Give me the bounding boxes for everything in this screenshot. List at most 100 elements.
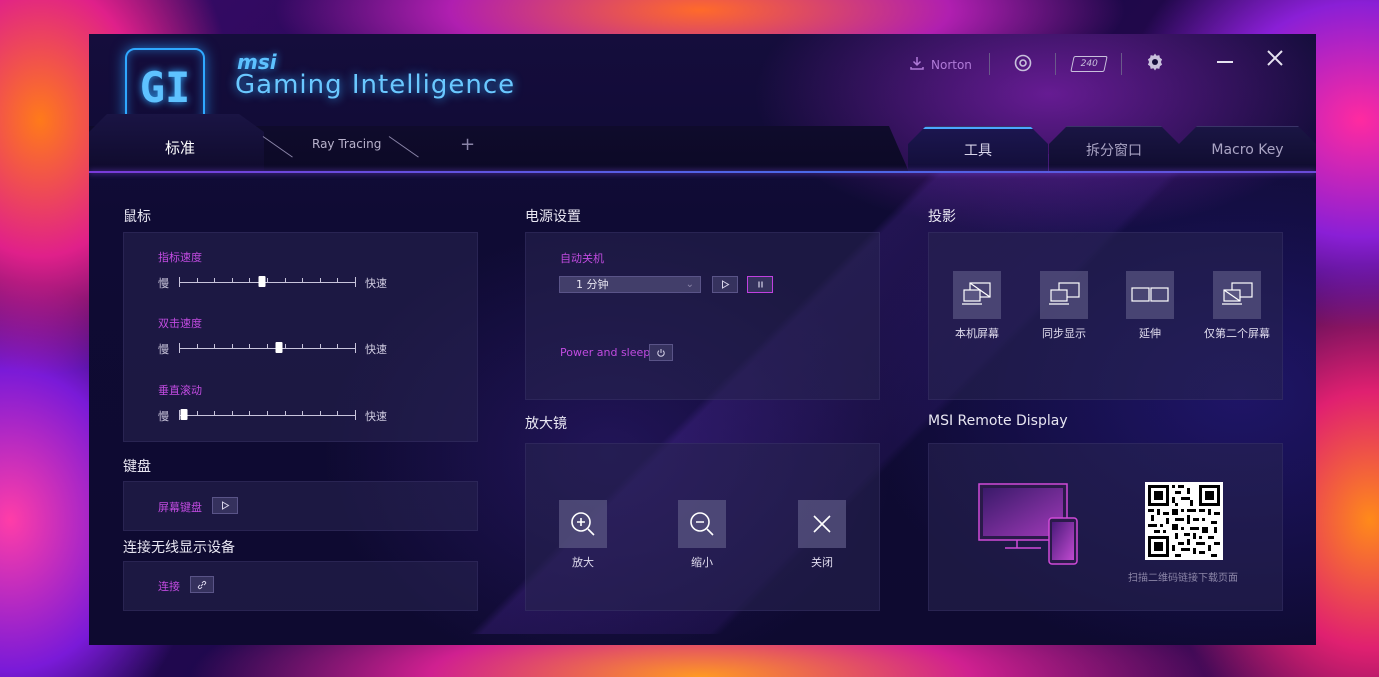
pc-screen-label: 本机屏幕 (955, 327, 999, 340)
zoom-out-icon (678, 500, 726, 548)
app-title: Gaming Intelligence (235, 70, 516, 100)
slider-tick (302, 278, 304, 283)
slider-tick (231, 344, 233, 349)
slider-max-label: 快速 (365, 277, 387, 290)
tab-tools[interactable]: 工具 (908, 126, 1048, 172)
projection-extend[interactable]: 延伸 (1115, 271, 1185, 341)
refresh-rate-value: 240 (1079, 59, 1099, 69)
power-sleep-button[interactable] (649, 344, 673, 361)
extend-icon (1126, 271, 1174, 319)
slider-tick (196, 344, 198, 349)
wireless-panel: 连接 (123, 561, 478, 611)
connect-link-button[interactable] (190, 576, 214, 593)
slider-tick (284, 278, 286, 283)
slider-tick (214, 344, 216, 349)
slider-tick (267, 344, 268, 349)
slider-max-label: 快速 (365, 343, 387, 356)
connect-label: 连接 (158, 580, 180, 593)
duplicate-label: 同步显示 (1042, 327, 1086, 340)
tab-ray-tracing[interactable]: Ray Tracing (312, 137, 381, 151)
slider-tick (267, 278, 268, 283)
magnifier-close-button[interactable]: 关闭 (792, 500, 852, 570)
slider-tick (179, 343, 180, 353)
double-click-speed-slider: 慢 快速 (158, 341, 387, 357)
slider-tick (337, 278, 339, 283)
zoom-out-button[interactable]: 缩小 (672, 500, 732, 570)
zoom-in-icon (559, 500, 607, 548)
chevron-down-icon: ⌄ (685, 279, 694, 290)
second-screen-label: 仅第二个屏幕 (1204, 327, 1270, 340)
magnifier-section-title: 放大镜 (525, 416, 567, 432)
pointer-speed-track[interactable] (179, 276, 356, 288)
slider-tick (319, 344, 321, 349)
pc-screen-icon (953, 271, 1001, 319)
slider-tick (355, 410, 356, 420)
tab-macro-key-label: Macro Key (1211, 141, 1284, 158)
tab-standard-label: 标准 (165, 139, 196, 157)
norton-button[interactable]: Norton (909, 55, 972, 74)
slider-tick (355, 277, 356, 287)
projection-second-only[interactable]: 仅第二个屏幕 (1197, 271, 1277, 341)
power-section-title: 电源设置 (525, 209, 581, 225)
disc-icon[interactable] (1014, 54, 1032, 76)
onscreen-keyboard-play-button[interactable] (212, 497, 238, 514)
close-icon[interactable] (1265, 48, 1285, 74)
tab-tools-label: 工具 (964, 142, 992, 159)
gear-icon[interactable] (1145, 52, 1165, 76)
magnifier-panel: 放大 缩小 关闭 (525, 443, 880, 611)
mouse-section-title: 鼠标 (123, 209, 151, 225)
onscreen-keyboard-label: 屏幕键盘 (158, 501, 202, 514)
projection-duplicate[interactable]: 同步显示 (1029, 271, 1099, 341)
tab-macro-key[interactable]: Macro Key (1179, 126, 1316, 172)
tab-split-window[interactable]: 拆分窗口 (1049, 126, 1179, 172)
play-icon (221, 501, 229, 510)
shutdown-timer-select[interactable]: 1 分钟 ⌄ (559, 276, 701, 293)
power-panel: 自动关机 1 分钟 ⌄ Power and sleep (525, 232, 880, 400)
projection-pc-only[interactable]: 本机屏幕 (942, 271, 1012, 341)
double-click-speed-label: 双击速度 (158, 317, 202, 330)
tab-split-window-label: 拆分窗口 (1086, 142, 1142, 159)
slider-tick (302, 411, 304, 416)
mouse-panel: 指标速度 慢 快速 双击速度 慢 快速 垂直滚动 慢 快速 (123, 232, 478, 442)
minimize-icon[interactable] (1215, 48, 1235, 74)
refresh-rate-badge[interactable]: 240 (1070, 56, 1108, 72)
vertical-scroll-track[interactable] (179, 409, 356, 421)
slider-tick (284, 344, 286, 349)
slider-min-label: 慢 (158, 277, 169, 290)
zoom-in-button[interactable]: 放大 (553, 500, 613, 570)
power-sleep-label: Power and sleep (560, 346, 651, 359)
remote-display-panel: 扫描二维码链接下载页面 (928, 443, 1283, 611)
slider-tick (231, 411, 233, 416)
shutdown-start-button[interactable] (712, 276, 738, 293)
duplicate-icon (1040, 271, 1088, 319)
power-icon (657, 348, 665, 357)
wireless-section-title: 连接无线显示设备 (123, 540, 235, 556)
slider-tick (249, 278, 251, 283)
pause-icon (757, 281, 763, 288)
projection-section-title: 投影 (928, 209, 956, 225)
double-click-speed-track[interactable] (179, 342, 356, 354)
vertical-scroll-label: 垂直滚动 (158, 384, 202, 397)
shutdown-pause-button[interactable] (747, 276, 773, 293)
slider-tick (214, 411, 216, 416)
auto-shutdown-label: 自动关机 (560, 252, 604, 265)
slider-tick (302, 344, 304, 349)
slider-thumb[interactable] (180, 409, 188, 420)
second-screen-icon (1213, 271, 1261, 319)
remote-display-title: MSI Remote Display (928, 413, 1068, 429)
zoom-in-label: 放大 (572, 556, 594, 569)
slider-tick (355, 343, 356, 353)
add-profile-button[interactable]: + (460, 134, 475, 155)
slider-tick (179, 277, 180, 287)
slider-thumb[interactable] (258, 276, 266, 287)
slider-thumb[interactable] (275, 342, 283, 353)
slider-tick (284, 411, 286, 416)
slider-tick (231, 278, 233, 283)
zoom-out-label: 缩小 (691, 556, 713, 569)
slider-max-label: 快速 (365, 410, 387, 423)
divider (989, 53, 990, 75)
slider-min-label: 慢 (158, 343, 169, 356)
qr-code (1145, 482, 1223, 560)
remote-display-illustration (977, 482, 1087, 572)
slider-tick (249, 411, 251, 416)
